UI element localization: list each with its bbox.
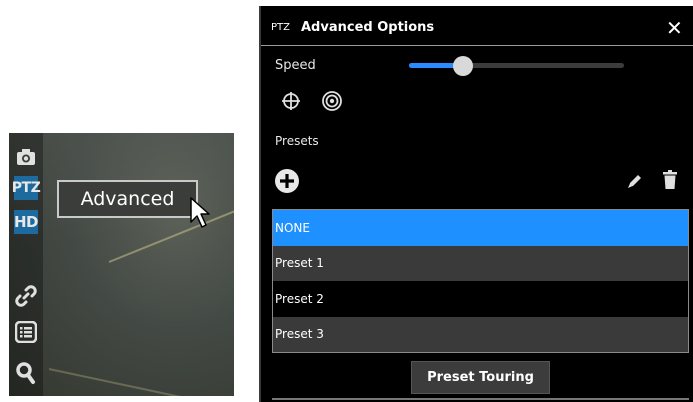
preset-item[interactable]: Preset 1	[273, 245, 688, 281]
edit-preset-button[interactable]	[625, 171, 645, 191]
target-icon	[322, 91, 342, 111]
snapshot-button[interactable]	[14, 145, 38, 169]
search-button[interactable]	[14, 361, 38, 385]
speed-slider-thumb[interactable]	[452, 56, 473, 76]
presets-label: Presets	[275, 134, 319, 148]
camera-toolbar: PTZ HD	[9, 133, 43, 396]
link-button[interactable]	[14, 284, 38, 308]
panel-header: PTZ Advanced Options ✕	[261, 6, 693, 46]
list-icon	[15, 321, 37, 343]
header-ptz-label: PTZ	[271, 22, 290, 33]
focus-button[interactable]	[320, 89, 344, 113]
stage: PTZ HD Advanced PTZ Advanced Options ✕ S…	[0, 0, 693, 402]
road-streak	[48, 368, 234, 396]
link-icon	[15, 285, 37, 307]
add-preset-button[interactable]	[274, 168, 300, 194]
preset-item[interactable]: Preset 3	[273, 316, 688, 352]
list-button[interactable]	[14, 320, 38, 344]
preset-list[interactable]: NONE Preset 1 Preset 2 Preset 3	[272, 209, 689, 353]
crosshair-icon	[282, 92, 300, 110]
ptz-button[interactable]: PTZ	[12, 176, 41, 200]
camera-view: PTZ HD Advanced	[9, 133, 234, 396]
advanced-tooltip: Advanced	[57, 180, 198, 218]
ptz-advanced-panel: PTZ Advanced Options ✕ Speed Presets NON…	[259, 6, 693, 402]
speed-slider[interactable]	[409, 56, 624, 76]
search-icon	[16, 362, 35, 384]
preset-item[interactable]: Preset 2	[273, 281, 688, 317]
close-icon[interactable]: ✕	[666, 16, 683, 40]
bottom-divider	[272, 398, 689, 400]
speed-label: Speed	[275, 58, 316, 73]
hd-button[interactable]: HD	[14, 210, 39, 234]
edit-icon	[628, 175, 641, 188]
camera-icon	[17, 149, 35, 165]
add-icon	[275, 169, 299, 193]
delete-preset-button[interactable]	[660, 169, 680, 191]
trash-icon	[663, 170, 677, 189]
center-button[interactable]	[280, 90, 302, 112]
preset-touring-button[interactable]: Preset Touring	[411, 361, 550, 394]
cursor-icon	[190, 197, 210, 228]
preset-item[interactable]: NONE	[273, 210, 688, 246]
panel-title: Advanced Options	[301, 20, 435, 35]
